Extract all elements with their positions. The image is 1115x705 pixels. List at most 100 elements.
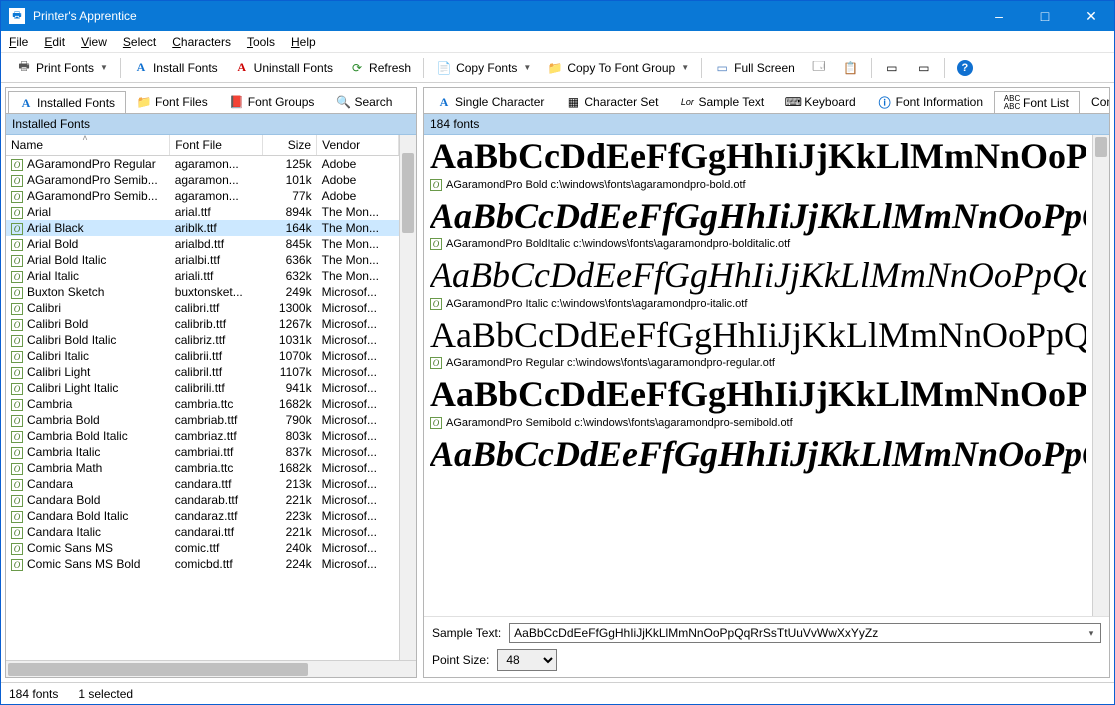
- table-row[interactable]: OArial Boldarialbd.ttf845kThe Mon...: [6, 236, 399, 252]
- otf-icon: O: [11, 255, 23, 267]
- print-fonts-button[interactable]: 🖶Print Fonts▼: [9, 56, 115, 80]
- table-row[interactable]: OCambria Italiccambriai.ttf837kMicrosof.…: [6, 444, 399, 460]
- otf-icon: O: [11, 271, 23, 283]
- font-uninstall-icon: A: [234, 60, 250, 76]
- copy-fonts-button[interactable]: 📄Copy Fonts▼: [429, 56, 538, 80]
- otf-icon: O: [11, 463, 23, 475]
- menubar: File Edit View Select Characters Tools H…: [1, 31, 1114, 53]
- tab-character-set[interactable]: ▦Character Set: [555, 90, 669, 113]
- preview-label: OAGaramondPro Semibold c:\windows\fonts\…: [430, 417, 1086, 429]
- refresh-button[interactable]: ⟳Refresh: [342, 56, 418, 80]
- tab-keyboard[interactable]: ⌨Keyboard: [775, 90, 866, 113]
- tab-font-groups[interactable]: 📕Font Groups: [219, 90, 326, 113]
- preview-sample: AaBbCcDdEeFfGgHhIiJjKkLlMmNnOoPpQqRrSsTt…: [430, 435, 1086, 475]
- col-size[interactable]: Size: [262, 135, 317, 156]
- tab-sample-text[interactable]: LorSample Text: [669, 90, 775, 113]
- col-file[interactable]: Font File: [170, 135, 262, 156]
- otf-icon: O: [430, 238, 442, 250]
- tab-con[interactable]: Con: [1080, 90, 1109, 113]
- table-row[interactable]: OCambriacambria.ttc1682kMicrosof...: [6, 396, 399, 412]
- table-row[interactable]: OArial Italicariali.ttf632kThe Mon...: [6, 268, 399, 284]
- point-size-select[interactable]: 48: [497, 649, 557, 671]
- otf-icon: O: [11, 383, 23, 395]
- table-row[interactable]: OAGaramondPro Semib...agaramon...101kAdo…: [6, 172, 399, 188]
- help-button[interactable]: ?: [950, 56, 980, 80]
- tab-font-information[interactable]: ⓘFont Information: [867, 90, 994, 113]
- table-row[interactable]: OCambria Mathcambria.ttc1682kMicrosof...: [6, 460, 399, 476]
- table-row[interactable]: OComic Sans MScomic.ttf240kMicrosof...: [6, 540, 399, 556]
- table-row[interactable]: OAGaramondPro Regularagaramon...125kAdob…: [6, 156, 399, 173]
- table-row[interactable]: OAGaramondPro Semib...agaramon...77kAdob…: [6, 188, 399, 204]
- table-row[interactable]: OCalibri Lightcalibril.ttf1107kMicrosof.…: [6, 364, 399, 380]
- menu-file[interactable]: File: [9, 35, 28, 49]
- table-row[interactable]: OCandara Bold Italiccandaraz.ttf223kMicr…: [6, 508, 399, 524]
- separator: [701, 58, 702, 78]
- table-row[interactable]: OArialarial.ttf894kThe Mon...: [6, 204, 399, 220]
- menu-tools[interactable]: Tools: [247, 35, 275, 49]
- otf-icon: O: [11, 511, 23, 523]
- left-pane-header: Installed Fonts: [6, 114, 416, 135]
- tool-button-1[interactable]: 🗔: [804, 56, 834, 80]
- card-icon: ▭: [884, 60, 900, 76]
- window-title: Printer's Apprentice: [33, 9, 976, 23]
- bottom-controls: Sample Text: ▾ Point Size: 48: [424, 616, 1109, 677]
- search-icon: 🔍: [336, 95, 350, 109]
- table-row[interactable]: OCandara Italiccandarai.ttf221kMicrosof.…: [6, 524, 399, 540]
- tool-button-4[interactable]: ▭: [909, 56, 939, 80]
- install-fonts-button[interactable]: AInstall Fonts: [126, 56, 225, 80]
- menu-characters[interactable]: Characters: [172, 35, 231, 49]
- table-row[interactable]: OArial Blackariblk.ttf164kThe Mon...: [6, 220, 399, 236]
- vertical-scrollbar[interactable]: [399, 135, 416, 660]
- col-vendor[interactable]: Vendor: [317, 135, 399, 156]
- preview-label: OAGaramondPro Italic c:\windows\fonts\ag…: [430, 298, 1086, 310]
- letter-a-icon: A: [437, 95, 451, 109]
- minimize-button[interactable]: –: [976, 1, 1022, 31]
- uninstall-fonts-button[interactable]: AUninstall Fonts: [227, 56, 340, 80]
- table-row[interactable]: OBuxton Sketchbuxtonsket...249kMicrosof.…: [6, 284, 399, 300]
- preview-vertical-scrollbar[interactable]: [1092, 135, 1109, 616]
- chevron-down-icon: ▼: [523, 63, 531, 72]
- statusbar: 184 fonts 1 selected: [1, 682, 1114, 704]
- table-row[interactable]: OCalibri Light Italiccalibrili.ttf941kMi…: [6, 380, 399, 396]
- col-name[interactable]: Name: [6, 135, 170, 156]
- table-row[interactable]: OCandara Boldcandarab.ttf221kMicrosof...: [6, 492, 399, 508]
- otf-icon: O: [11, 399, 23, 411]
- tab-single-character[interactable]: ASingle Character: [426, 90, 555, 113]
- left-tabs: AInstalled Fonts 📁Font Files 📕Font Group…: [6, 88, 416, 114]
- table-row[interactable]: OCandaracandara.ttf213kMicrosof...: [6, 476, 399, 492]
- table-row[interactable]: OCalibri Bold Italiccalibriz.ttf1031kMic…: [6, 332, 399, 348]
- sample-text-input[interactable]: [509, 623, 1101, 643]
- menu-edit[interactable]: Edit: [44, 35, 65, 49]
- otf-icon: O: [11, 479, 23, 491]
- table-row[interactable]: OCalibri Boldcalibrib.ttf1267kMicrosof..…: [6, 316, 399, 332]
- tab-installed-fonts[interactable]: AInstalled Fonts: [8, 91, 126, 114]
- tab-search[interactable]: 🔍Search: [325, 90, 403, 113]
- horizontal-scrollbar[interactable]: [6, 660, 416, 677]
- table-row[interactable]: OCalibricalibri.ttf1300kMicrosof...: [6, 300, 399, 316]
- otf-icon: O: [11, 191, 23, 203]
- menu-help[interactable]: Help: [291, 35, 316, 49]
- font-install-icon: A: [133, 60, 149, 76]
- full-screen-button[interactable]: ▭Full Screen: [707, 56, 802, 80]
- tab-font-list[interactable]: ABCABCFont List: [994, 91, 1080, 114]
- table-row[interactable]: OCambria Bold Italiccambriaz.ttf803kMicr…: [6, 428, 399, 444]
- close-button[interactable]: ✕: [1068, 1, 1114, 31]
- otf-icon: O: [430, 357, 442, 369]
- tab-font-files[interactable]: 📁Font Files: [126, 90, 219, 113]
- menu-view[interactable]: View: [81, 35, 107, 49]
- table-row[interactable]: OArial Bold Italicarialbi.ttf636kThe Mon…: [6, 252, 399, 268]
- sample-text-label: Sample Text:: [432, 626, 501, 640]
- font-table-scroll[interactable]: Name Font File Size Vendor OAGaramondPro…: [6, 135, 399, 660]
- text-icon: Lor: [680, 95, 694, 109]
- menu-select[interactable]: Select: [123, 35, 156, 49]
- table-row[interactable]: OCalibri Italiccalibrii.ttf1070kMicrosof…: [6, 348, 399, 364]
- table-row[interactable]: OCambria Boldcambriab.ttf790kMicrosof...: [6, 412, 399, 428]
- copy-to-font-group-button[interactable]: 📁Copy To Font Group▼: [540, 56, 696, 80]
- chevron-down-icon[interactable]: ▾: [1083, 625, 1099, 641]
- tool-button-3[interactable]: ▭: [877, 56, 907, 80]
- maximize-button[interactable]: □: [1022, 1, 1068, 31]
- table-row[interactable]: OComic Sans MS Boldcomicbd.ttf224kMicros…: [6, 556, 399, 572]
- preview-sample: AaBbCcDdEeFfGgHhIiJjKkLlMmNnOoPpQqRrSsTt…: [430, 256, 1086, 296]
- tool-button-2[interactable]: 📋: [836, 56, 866, 80]
- preview-item: AaBbCcDdEeFfGgHhIiJjKkLlMmNnOoPpQqRrSsTt…: [430, 256, 1086, 310]
